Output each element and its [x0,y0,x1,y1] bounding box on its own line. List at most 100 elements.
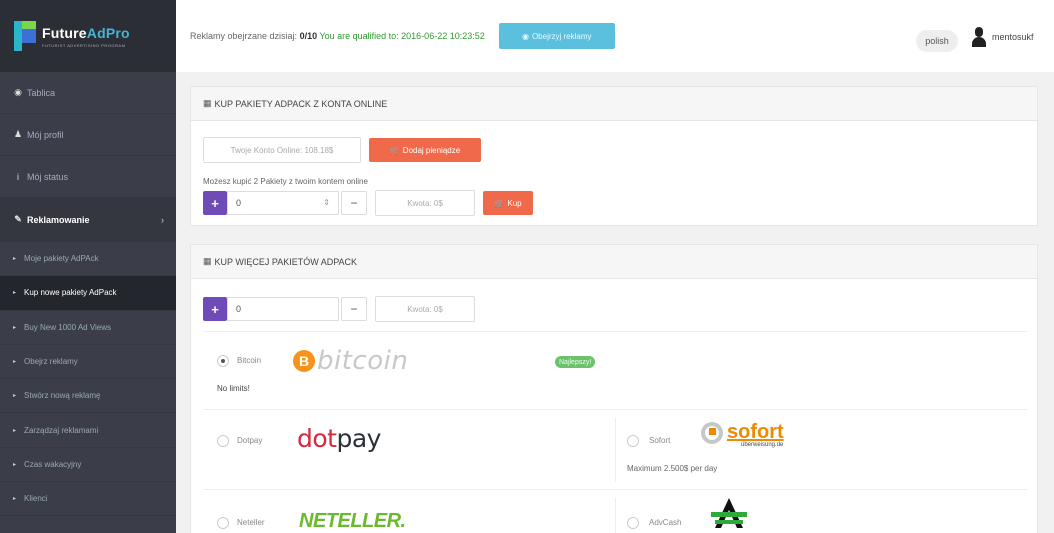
bullet-icon: ▸ [13,427,17,434]
payment-option-bitcoin[interactable]: Bitcoin B bitcoin Najlepszy! No limits! [203,331,1027,409]
sidebar: FutureAdPro FUTURIST ADVERTISING PROGRAM… [0,0,176,533]
bitcoin-label: Bitcoin [237,356,262,365]
sidebar-subitem-manage-ads[interactable]: ▸ Zarządzaj reklamami [0,413,176,448]
panel-title: KUP WIĘCEJ PAKIETÓW ADPACK [214,256,358,267]
ads-status: Reklamy obejrzane dzisiaj: 0/10 You are … [190,31,485,41]
quantity-input[interactable]: 0 [227,297,339,321]
dotpay-logo: dotpay [297,424,381,453]
sofort-logo: sofort überweisung.de [701,422,784,448]
sidebar-subitem-label: Stwórz nową reklamę [24,391,101,401]
amount-field: Kwota: 0$ [375,190,475,216]
bullet-icon: ▸ [13,461,17,468]
payment-row-2: Dotpay dotpay Sofort sofort überweisung.… [203,409,1027,489]
watch-ads-label: Obejrzyj reklamy [531,31,592,41]
pencil-icon: ✎ [14,214,22,224]
sidebar-subitem-buy-ad-views[interactable]: ▸ Buy New 1000 Ad Views [0,311,176,345]
watch-ads-button[interactable]: ◉ Obejrzyj reklamy [498,23,615,49]
bullet-icon: ▸ [13,359,17,366]
ads-label: Reklamy obejrzane dzisiaj: [190,31,298,41]
sidebar-subitem-label: Zarządzaj reklamami [24,425,99,435]
eye-icon: ◉ [521,31,529,41]
bitcoin-logo: B bitcoin [293,346,408,376]
decrement-button[interactable]: − [341,297,367,321]
quantity-value: 0 [236,198,242,208]
sidebar-subitem-label: Obejrz reklamy [24,357,78,367]
online-balance-field: Twoje Konto Online: 108.18$ [203,137,361,163]
advcash-radio[interactable] [627,517,639,529]
sidebar-item-advertising[interactable]: ✎ Reklamowanie › [0,198,176,242]
sidebar-subitem-label: Klienci [24,494,48,504]
add-money-label: Dodaj pieniądze [402,145,461,155]
buy-button[interactable]: 🛒 Kup [483,191,533,215]
dashboard-icon: ◉ [14,87,22,97]
sidebar-item-profile[interactable]: ♟ Mój profil [0,114,176,156]
dotpay-radio[interactable] [217,435,229,447]
neteller-radio[interactable] [217,517,229,529]
spinner-icon[interactable]: ⇕ [323,198,330,207]
sidebar-item-label: Tablica [27,87,56,98]
column-divider [615,418,616,482]
sidebar-subitem-clients[interactable]: ▸ Klienci [0,482,176,517]
buy-label: Kup [507,198,522,208]
bitcoin-wordmark: bitcoin [317,346,409,376]
sidebar-subitem-create-ad[interactable]: ▸ Stwórz nową reklamę [0,379,176,414]
avatar-icon [972,27,986,47]
language-selector[interactable]: polish [916,30,958,52]
sidebar-subitem-buy-adpacks[interactable]: ▸ Kup nowe pakiety AdPack [0,276,176,311]
qualified-until: You are qualified to: 2016-06-22 10:23:5… [319,31,485,41]
bullet-icon: ▸ [13,496,17,503]
cart-icon: 🛒 [389,145,400,155]
bullet-icon: ▸ [13,256,17,263]
sofort-radio[interactable] [627,435,639,447]
brand-logo[interactable]: FutureAdPro FUTURIST ADVERTISING PROGRAM [0,0,176,72]
user-icon: ♟ [13,129,23,139]
username: mentosukf [992,32,1034,42]
decrement-button[interactable]: − [341,191,367,215]
neteller-label: Neteller [237,518,265,527]
sidebar-subitem-watch-ads[interactable]: ▸ Obejrz reklamy [0,345,176,380]
increment-button[interactable]: + [203,297,227,321]
bullet-icon: ▸ [13,290,17,297]
buy-from-balance-panel: ▦ KUP PAKIETY ADPACK Z KONTA ONLINE Twoj… [190,86,1038,226]
sidebar-item-dashboard[interactable]: ◉ Tablica [0,72,176,114]
advcash-label: AdvCash [649,518,682,527]
advcash-logo-icon [711,498,747,528]
cart-icon: 🛒 [494,198,505,208]
sidebar-item-label: Mój profil [27,129,64,140]
neteller-logo: NETELLER. [299,510,406,532]
grid-icon: ▦ [203,98,212,108]
sidebar-item-status[interactable]: i Mój status [0,156,176,198]
sidebar-subitem-label: Kup nowe pakiety AdPack [24,288,117,298]
brand-name: FutureAdPro [42,24,130,41]
brand-tagline: FUTURIST ADVERTISING PROGRAM [42,42,126,48]
ads-count: 0/10 [299,31,318,41]
sofort-icon [701,422,723,444]
sofort-subtext: überweisung.de [741,442,784,448]
panel-title: KUP PAKIETY ADPACK Z KONTA ONLINE [214,98,388,109]
info-icon: i [17,171,19,182]
purchase-note: Możesz kupić 2 Pakiety z twoim kontem on… [203,177,368,186]
payment-row-3: Neteller NETELLER. AdvCash [203,489,1027,533]
amount-field: Kwota: 0$ [375,296,475,322]
top-bar: Reklamy obejrzane dzisiaj: 0/10 You are … [176,0,1054,72]
user-menu[interactable]: mentosukf [972,27,1034,47]
logo-mark-icon [14,21,36,51]
bitcoin-icon: B [293,350,315,372]
increment-button[interactable]: + [203,191,227,215]
bitcoin-limit-note: No limits! [217,384,250,393]
chevron-right-icon: › [161,214,164,225]
sofort-wordmark: sofort [727,421,784,443]
sidebar-subitem-label: Moje pakiety AdPAck [24,254,99,264]
panel-header: ▦ KUP WIĘCEJ PAKIETÓW ADPACK [191,245,1037,279]
sidebar-subitem-vacation[interactable]: ▸ Czas wakacyjny [0,448,176,483]
sidebar-item-label: Mój status [27,171,69,182]
sofort-limit-note: Maximum 2.500$ per day [627,464,718,473]
bitcoin-radio[interactable] [217,355,229,367]
sidebar-subitem-my-adpacks[interactable]: ▸ Moje pakiety AdPAck [0,242,176,277]
quantity-input[interactable]: 0 ⇕ [227,191,339,215]
bullet-icon: ▸ [13,393,17,400]
sidebar-subitem-label: Czas wakacyjny [24,459,82,469]
add-money-button[interactable]: 🛒 Dodaj pieniądze [369,138,481,162]
sofort-label: Sofort [649,436,671,445]
sidebar-subitem-label: Buy New 1000 Ad Views [24,322,112,332]
